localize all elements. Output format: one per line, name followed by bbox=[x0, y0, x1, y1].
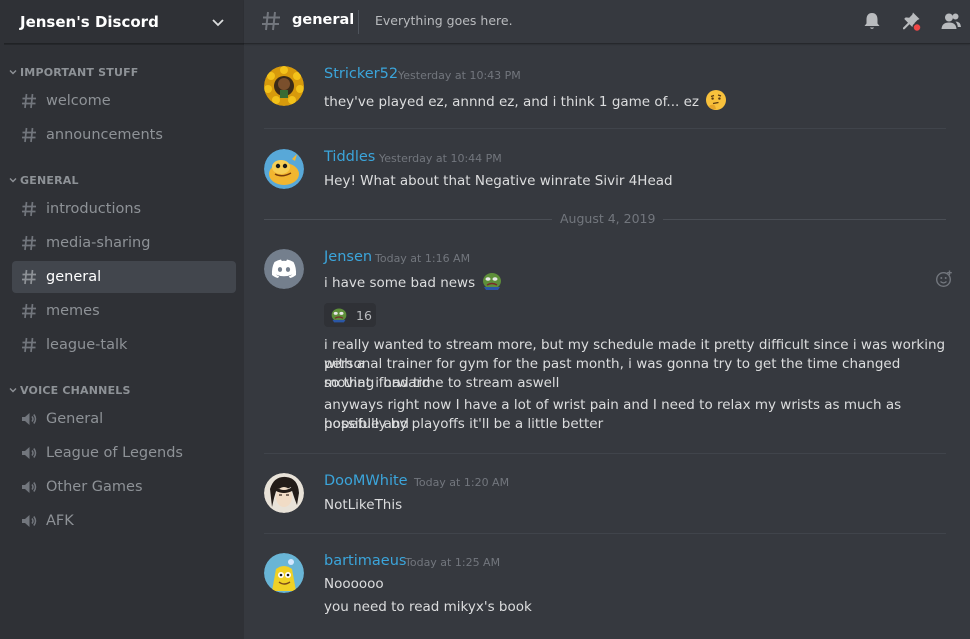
channel-topic: Everything goes here. bbox=[375, 13, 513, 28]
chevron-down-icon bbox=[9, 388, 17, 393]
message-text: NotLikeThis bbox=[324, 497, 403, 513]
avatar[interactable] bbox=[264, 473, 304, 513]
category-general[interactable]: GENERAL bbox=[8, 172, 79, 188]
hash-icon bbox=[22, 93, 36, 109]
category-label: IMPORTANT STUFF bbox=[20, 65, 139, 79]
message-text: they've played ez, annnd ez, and i think… bbox=[324, 89, 954, 112]
avatar[interactable] bbox=[264, 553, 304, 593]
message-author[interactable]: Stricker52 bbox=[324, 66, 398, 82]
message-separator bbox=[264, 453, 946, 454]
speaker-icon bbox=[22, 447, 37, 459]
chevron-down-icon bbox=[9, 70, 17, 75]
message-author[interactable]: bartimaeus bbox=[324, 553, 406, 569]
channel-label: announcements bbox=[46, 127, 163, 143]
message-text: you need to read mikyx's book bbox=[324, 599, 532, 615]
message-separator bbox=[264, 128, 946, 129]
hash-icon bbox=[22, 235, 36, 251]
channel-label: league-talk bbox=[46, 337, 128, 353]
chat-header: general Everything goes here. bbox=[244, 0, 970, 44]
hash-icon bbox=[22, 127, 36, 143]
channel-label: media-sharing bbox=[46, 235, 151, 251]
message-text: hopefully by playoffs it'll be a little … bbox=[324, 416, 604, 432]
bell-icon[interactable] bbox=[861, 10, 883, 32]
voice-channel-general[interactable]: General bbox=[12, 403, 236, 435]
message-author[interactable]: Tiddles bbox=[324, 149, 375, 165]
hash-icon bbox=[22, 269, 36, 285]
server-header[interactable]: Jensen's Discord bbox=[4, 0, 244, 44]
channel-title: general bbox=[292, 12, 355, 28]
pin-icon[interactable] bbox=[900, 10, 922, 32]
voice-channel-league-of-legends[interactable]: League of Legends bbox=[12, 437, 236, 469]
avatar[interactable] bbox=[264, 66, 304, 106]
channel-label: memes bbox=[46, 303, 100, 319]
channel-welcome[interactable]: welcome bbox=[12, 85, 236, 117]
message-timestamp: Yesterday at 10:43 PM bbox=[398, 69, 521, 82]
message-timestamp: Today at 1:16 AM bbox=[375, 252, 471, 265]
feelsbadman-emoji bbox=[331, 308, 347, 323]
message-text: Hey! What about that Negative winrate Si… bbox=[324, 173, 673, 189]
channel-label: Other Games bbox=[46, 479, 143, 495]
reaction-pill[interactable]: 16 bbox=[324, 303, 376, 327]
chevron-down-icon bbox=[9, 178, 17, 183]
channel-label: AFK bbox=[46, 513, 74, 529]
channel-label: General bbox=[46, 411, 104, 427]
channel-label: welcome bbox=[46, 93, 111, 109]
chevron-down-icon bbox=[212, 19, 224, 27]
channel-media-sharing[interactable]: media-sharing bbox=[12, 227, 236, 259]
server-name: Jensen's Discord bbox=[20, 12, 159, 31]
hash-icon bbox=[22, 303, 36, 319]
voice-channel-afk[interactable]: AFK bbox=[12, 505, 236, 537]
channel-announcements[interactable]: announcements bbox=[12, 119, 236, 151]
message-text: so that i had time to stream aswell bbox=[324, 375, 560, 391]
message-text: i have some bad news bbox=[324, 272, 954, 293]
speaker-icon bbox=[22, 413, 37, 425]
hash-icon bbox=[22, 201, 36, 217]
message-author[interactable]: DooMWhite bbox=[324, 473, 408, 489]
hash-icon bbox=[262, 11, 280, 31]
channel-label: general bbox=[46, 269, 102, 285]
voice-channel-other-games[interactable]: Other Games bbox=[12, 471, 236, 503]
message-separator bbox=[264, 533, 946, 534]
header-divider bbox=[358, 10, 359, 34]
channel-general[interactable]: general bbox=[12, 261, 236, 293]
message-author[interactable]: Jensen bbox=[324, 249, 372, 265]
avatar[interactable] bbox=[264, 149, 304, 189]
message-timestamp: Yesterday at 10:44 PM bbox=[379, 152, 502, 165]
channel-league-talk[interactable]: league-talk bbox=[12, 329, 236, 361]
feelsbadman-emoji bbox=[483, 273, 502, 290]
message-timestamp: Today at 1:25 AM bbox=[405, 556, 501, 569]
message-text: Noooooo bbox=[324, 576, 384, 592]
avatar[interactable] bbox=[264, 249, 304, 289]
reaction-count: 16 bbox=[356, 307, 372, 323]
channel-label: League of Legends bbox=[46, 445, 183, 461]
speaker-icon bbox=[22, 481, 37, 493]
category-voice-channels[interactable]: VOICE CHANNELS bbox=[8, 382, 131, 398]
members-icon[interactable] bbox=[940, 10, 962, 32]
thinking-emoji bbox=[706, 90, 727, 110]
hash-icon bbox=[22, 337, 36, 353]
category-important-stuff[interactable]: IMPORTANT STUFF bbox=[8, 64, 139, 80]
channel-memes[interactable]: memes bbox=[12, 295, 236, 327]
category-label: VOICE CHANNELS bbox=[20, 383, 131, 397]
channel-introductions[interactable]: introductions bbox=[12, 193, 236, 225]
channel-label: introductions bbox=[46, 201, 142, 217]
message-timestamp: Today at 1:20 AM bbox=[414, 476, 510, 489]
date-divider-label: August 4, 2019 bbox=[552, 211, 664, 226]
speaker-icon bbox=[22, 515, 37, 527]
add-reaction-icon[interactable] bbox=[935, 270, 953, 288]
category-label: GENERAL bbox=[20, 173, 79, 187]
